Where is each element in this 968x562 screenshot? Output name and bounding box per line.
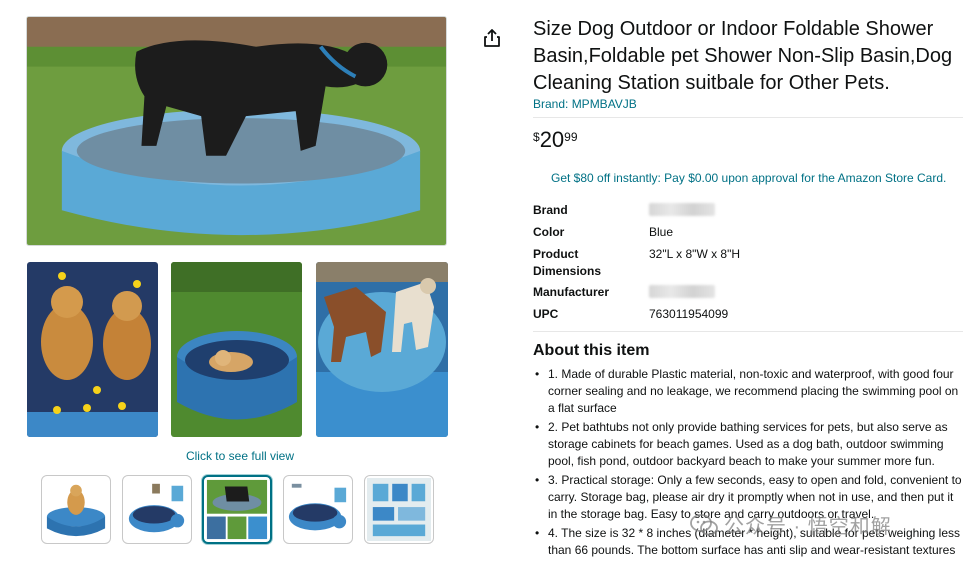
divider <box>533 117 963 118</box>
spec-label-manufacturer: Manufacturer <box>533 285 610 299</box>
list-item: • 2. Pet bathtubs not only provide bathin… <box>533 419 963 470</box>
bullet-text: 2. Pet bathtubs not only provide bathing… <box>548 420 948 468</box>
price: $ 20 99 <box>533 127 578 153</box>
share-icon[interactable] <box>481 27 503 49</box>
bullet-icon: • <box>535 420 540 434</box>
divider <box>533 331 963 332</box>
thumbnail-1[interactable] <box>41 475 111 544</box>
bullet-text: 4. The size is 32 * 8 inches (diameter *… <box>548 526 960 557</box>
gallery-image-dog-in-pool[interactable] <box>171 262 302 437</box>
gallery-image-golden-retrievers[interactable] <box>27 262 158 437</box>
brand-link[interactable]: Brand: MPMBAVJB <box>533 97 637 111</box>
list-item: • 4. The size is 32 * 8 inches (diameter … <box>533 525 963 559</box>
bullet-icon: • <box>535 526 540 540</box>
spec-value-color: Blue <box>649 225 674 239</box>
spec-label-dimensions: Product Dimensions <box>533 247 602 278</box>
about-this-item-heading: About this item <box>533 342 650 359</box>
bullet-icon: • <box>535 367 540 381</box>
bullet-text: 3. Practical storage: Only a few seconds… <box>548 473 962 521</box>
price-currency: $ <box>533 130 540 144</box>
list-item: • 3. Practical storage: Only a few second… <box>533 472 963 523</box>
spec-value-manufacturer-redacted <box>649 285 715 303</box>
thumbnail-2[interactable] <box>122 475 192 544</box>
price-fraction: 99 <box>564 130 578 144</box>
click-to-see-full-view-link[interactable]: Click to see full view <box>150 449 330 463</box>
thumbnail-4[interactable] <box>283 475 353 544</box>
spec-label-upc: UPC <box>533 307 559 321</box>
bullet-text: 1. Made of durable Plastic material, non… <box>548 367 959 415</box>
bullet-icon: • <box>535 473 540 487</box>
price-whole: 20 <box>539 127 565 152</box>
about-bullet-list: • 1. Made of durable Plastic material, no… <box>533 366 963 561</box>
thumbnail-3-selected[interactable] <box>202 475 272 544</box>
spec-value-dimensions: 32"L x 8"W x 8"H <box>649 247 741 261</box>
store-card-promo-link[interactable]: Get $80 off instantly: Pay $0.00 upon ap… <box>551 171 946 185</box>
spec-label-brand: Brand <box>533 203 568 217</box>
spec-value-upc: 763011954099 <box>649 307 729 321</box>
main-product-image[interactable] <box>26 16 447 246</box>
spec-value-brand-redacted <box>649 203 715 221</box>
spec-label-color: Color <box>533 225 565 239</box>
thumbnail-5[interactable] <box>364 475 434 544</box>
product-title: Size Dog Outdoor or Indoor Foldable Show… <box>533 18 953 94</box>
gallery-image-dogs-playing[interactable] <box>316 262 448 437</box>
list-item: • 1. Made of durable Plastic material, no… <box>533 366 963 417</box>
